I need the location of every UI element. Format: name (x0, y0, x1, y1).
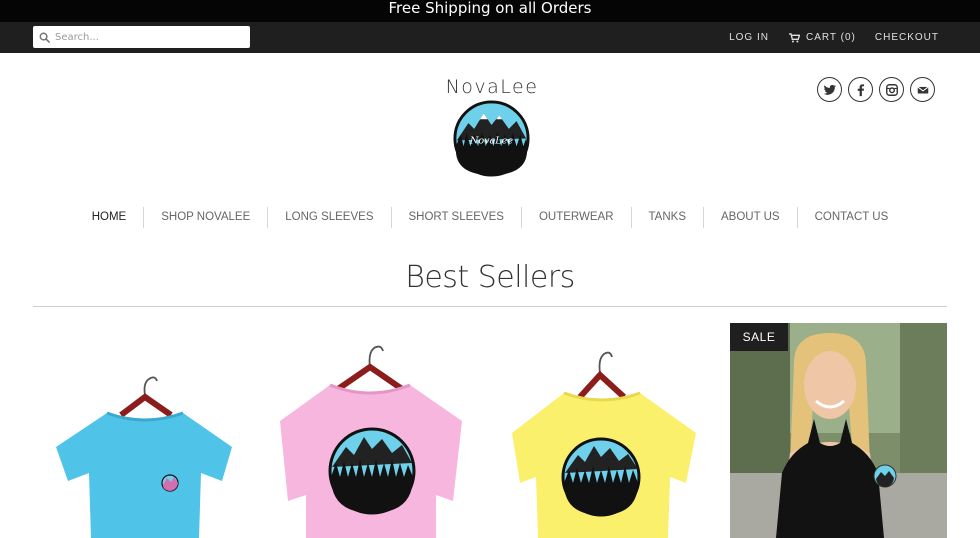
cart-label: CART (0) (806, 32, 856, 43)
announcement-bar: Free Shipping on all Orders (0, 0, 980, 22)
product-image-blue-tee (56, 376, 232, 538)
nav-about-us[interactable]: ABOUT US (703, 207, 797, 228)
product-card[interactable] (498, 323, 715, 538)
checkout-link[interactable]: CHECKOUT (875, 32, 939, 43)
social-links (817, 77, 935, 102)
section-divider (33, 306, 947, 307)
facebook-button[interactable] (848, 77, 873, 102)
product-image-black-tank (730, 323, 947, 538)
search-icon (39, 32, 50, 43)
nav-long-sleeves[interactable]: LONG SLEEVES (267, 207, 390, 228)
twitter-button[interactable] (817, 77, 842, 102)
twitter-icon (823, 84, 836, 95)
cart-link[interactable]: CART (0) (789, 32, 856, 43)
product-image-pink-tee (280, 345, 462, 538)
email-icon (916, 86, 929, 93)
mountain-logo-icon: NovaLee (453, 100, 530, 177)
product-card[interactable] (33, 323, 250, 538)
product-card[interactable] (266, 323, 483, 538)
email-button[interactable] (910, 77, 935, 102)
main-nav: HOME SHOP NOVALEE LONG SLEEVES SHORT SLE… (0, 207, 980, 228)
account-links: LOG IN CART (0) CHECKOUT (729, 22, 939, 53)
facebook-icon (857, 83, 864, 96)
sale-badge: SALE (730, 323, 788, 351)
logo-text: NovaLee (445, 76, 539, 98)
logo-badge-text: NovaLee (469, 135, 513, 146)
section-title: Best Sellers (405, 260, 575, 295)
product-image-yellow-tee (512, 351, 696, 538)
nav-contact-us[interactable]: CONTACT US (796, 207, 906, 228)
nav-shop-novalee[interactable]: SHOP NOVALEE (143, 207, 267, 228)
cart-icon (789, 32, 800, 43)
nav-short-sleeves[interactable]: SHORT SLEEVES (390, 207, 521, 228)
search-box[interactable] (33, 26, 250, 48)
store-logo[interactable]: NovaLee NovaLee (440, 76, 544, 177)
instagram-button[interactable] (879, 77, 904, 102)
search-input[interactable] (55, 28, 245, 46)
nav-home[interactable]: HOME (75, 207, 144, 228)
top-bar: LOG IN CART (0) CHECKOUT (0, 22, 980, 53)
instagram-icon (885, 83, 898, 96)
nav-outerwear[interactable]: OUTERWEAR (520, 207, 631, 228)
nav-tanks[interactable]: TANKS (630, 207, 704, 228)
announcement-text: Free Shipping on all Orders (388, 0, 592, 17)
login-link[interactable]: LOG IN (729, 32, 769, 43)
product-card[interactable]: SALE (730, 323, 947, 538)
